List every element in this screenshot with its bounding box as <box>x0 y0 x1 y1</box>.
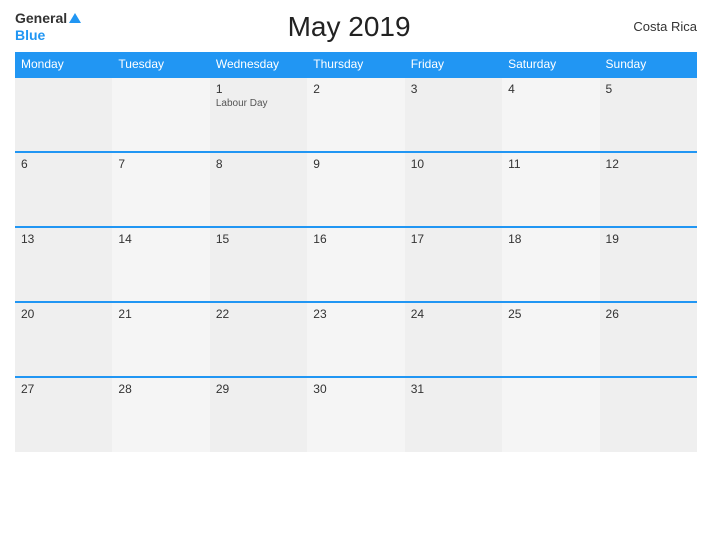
calendar-cell: 20 <box>15 302 112 377</box>
logo-general-text: General <box>15 10 67 27</box>
country-label: Costa Rica <box>617 19 697 34</box>
weekday-friday: Friday <box>405 52 502 77</box>
day-number: 31 <box>411 382 496 396</box>
day-number: 1 <box>216 82 301 96</box>
day-number: 2 <box>313 82 398 96</box>
weekday-wednesday: Wednesday <box>210 52 307 77</box>
day-number: 30 <box>313 382 398 396</box>
day-number: 8 <box>216 157 301 171</box>
calendar-cell: 2 <box>307 77 404 152</box>
calendar-cell: 13 <box>15 227 112 302</box>
calendar-cell: 5 <box>600 77 697 152</box>
day-number: 5 <box>606 82 691 96</box>
day-number: 3 <box>411 82 496 96</box>
calendar-cell: 9 <box>307 152 404 227</box>
calendar-cell: 21 <box>112 302 209 377</box>
calendar-cell: 15 <box>210 227 307 302</box>
weekday-header: Monday Tuesday Wednesday Thursday Friday… <box>15 52 697 77</box>
calendar-cell: 31 <box>405 377 502 452</box>
calendar-cell: 11 <box>502 152 599 227</box>
day-number: 24 <box>411 307 496 321</box>
calendar-container: General Blue May 2019 Costa Rica Monday … <box>0 0 712 550</box>
day-number: 9 <box>313 157 398 171</box>
day-number: 25 <box>508 307 593 321</box>
logo: General Blue <box>15 10 81 44</box>
calendar-cell <box>112 77 209 152</box>
calendar-cell: 22 <box>210 302 307 377</box>
calendar-cell: 10 <box>405 152 502 227</box>
weekday-monday: Monday <box>15 52 112 77</box>
day-number: 14 <box>118 232 203 246</box>
day-number: 20 <box>21 307 106 321</box>
calendar-cell: 19 <box>600 227 697 302</box>
day-number: 6 <box>21 157 106 171</box>
day-number: 17 <box>411 232 496 246</box>
calendar-cell: 6 <box>15 152 112 227</box>
calendar-cell: 8 <box>210 152 307 227</box>
calendar-cell: 7 <box>112 152 209 227</box>
calendar-cell: 30 <box>307 377 404 452</box>
calendar-cell: 18 <box>502 227 599 302</box>
day-number: 28 <box>118 382 203 396</box>
calendar-cell: 4 <box>502 77 599 152</box>
day-number: 23 <box>313 307 398 321</box>
calendar-week-1: 1 Labour Day 2345 <box>15 77 697 152</box>
weekday-tuesday: Tuesday <box>112 52 209 77</box>
calendar-cell <box>600 377 697 452</box>
calendar-cell: 1 Labour Day <box>210 77 307 152</box>
calendar-body: 1Labour Day23456789101112131415161718192… <box>15 77 697 452</box>
day-number: 12 <box>606 157 691 171</box>
weekday-thursday: Thursday <box>307 52 404 77</box>
calendar-cell: 14 <box>112 227 209 302</box>
day-number: 21 <box>118 307 203 321</box>
calendar-cell <box>502 377 599 452</box>
calendar-cell: 16 <box>307 227 404 302</box>
calendar-header: General Blue May 2019 Costa Rica <box>15 10 697 44</box>
day-number: 16 <box>313 232 398 246</box>
logo-blue-text: Blue <box>15 27 45 44</box>
calendar-week-5: 27 28 29 30 31 <box>15 377 697 452</box>
calendar-week-4: 20 21 22 23 24 25 26 <box>15 302 697 377</box>
calendar-week-2: 6789 10 11 12 <box>15 152 697 227</box>
day-number: 29 <box>216 382 301 396</box>
calendar-cell: 29 <box>210 377 307 452</box>
day-number: 7 <box>118 157 203 171</box>
calendar-header-row: Monday Tuesday Wednesday Thursday Friday… <box>15 52 697 77</box>
month-title: May 2019 <box>81 11 617 43</box>
calendar-cell: 24 <box>405 302 502 377</box>
calendar-week-3: 13 14 15 16 17 18 19 <box>15 227 697 302</box>
day-number: 27 <box>21 382 106 396</box>
calendar-cell: 12 <box>600 152 697 227</box>
calendar-cell: 23 <box>307 302 404 377</box>
calendar-cell: 25 <box>502 302 599 377</box>
day-number: 22 <box>216 307 301 321</box>
day-number: 10 <box>411 157 496 171</box>
day-number: 15 <box>216 232 301 246</box>
logo-triangle-icon <box>69 13 81 23</box>
day-number: 11 <box>508 157 593 171</box>
day-number: 4 <box>508 82 593 96</box>
calendar-cell: 26 <box>600 302 697 377</box>
day-number: 26 <box>606 307 691 321</box>
holiday-label: Labour Day <box>216 98 301 109</box>
weekday-saturday: Saturday <box>502 52 599 77</box>
calendar-table: Monday Tuesday Wednesday Thursday Friday… <box>15 52 697 452</box>
calendar-cell: 27 <box>15 377 112 452</box>
calendar-cell: 28 <box>112 377 209 452</box>
calendar-cell: 17 <box>405 227 502 302</box>
day-number: 19 <box>606 232 691 246</box>
calendar-cell <box>15 77 112 152</box>
day-number: 13 <box>21 232 106 246</box>
day-number: 18 <box>508 232 593 246</box>
calendar-cell: 3 <box>405 77 502 152</box>
weekday-sunday: Sunday <box>600 52 697 77</box>
